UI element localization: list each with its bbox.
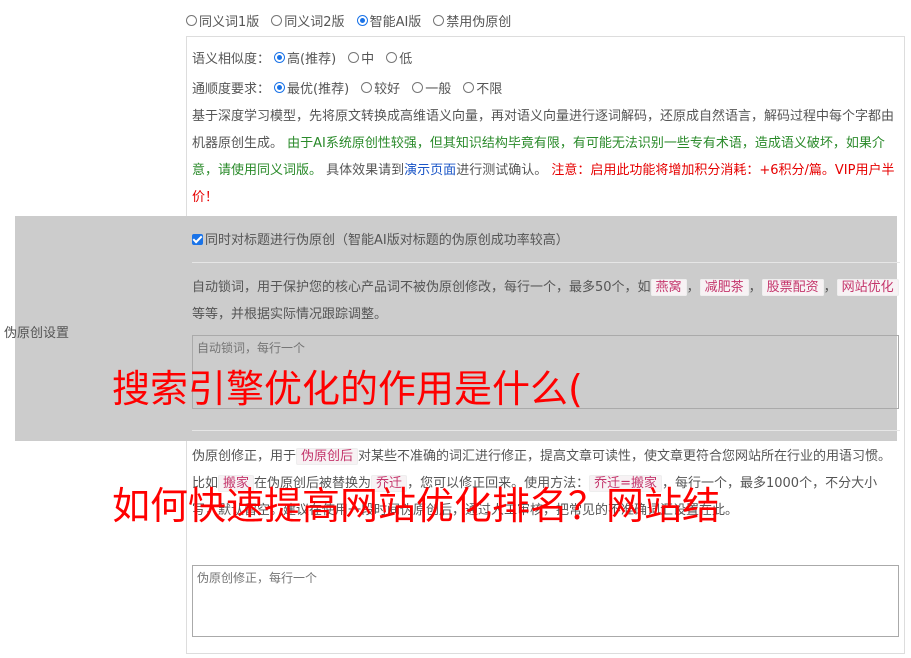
radio-icon [433,15,445,26]
correction-input[interactable] [192,565,899,637]
divider [192,430,900,431]
demo-page-link[interactable]: 演示页面 [404,163,456,178]
overlay-headline-line1: 搜索引擎优化的作用是什么( [112,367,583,411]
fluency-label: 通顺度要求： [192,82,271,97]
checkbox-checked-icon [192,234,203,245]
version-option-ai[interactable]: 智能AI版 [356,11,421,30]
radio-icon [271,15,283,26]
radio-icon [386,52,398,63]
version-option-disable[interactable]: 禁用伪原创 [433,11,511,30]
ai-description: 基于深度学习模型，先将原文转换成高维语义向量，再对语义向量进行逐词解码，还原成自… [192,109,895,205]
overlay-headline-line2: 如何快速提高网站优化排名？网站结 [112,484,721,528]
radio-icon [348,52,360,63]
section-label: 伪原创设置 [4,326,70,341]
fluency-any[interactable]: 不限 [463,78,502,97]
radio-icon [463,82,475,93]
title-rewrite-checkbox[interactable]: 同时对标题进行伪原创（智能AI版对标题的伪原创成功率较高） [192,229,569,248]
version-options: 同义词1版 同义词2版 智能AI版 禁用伪原创 [186,11,523,30]
fluency-row: 通顺度要求： 最优(推荐) 较好 一般 不限 [192,78,514,97]
example-tag: 伪原创后 [296,448,359,465]
fluency-normal[interactable]: 一般 [412,78,451,97]
fluency-best[interactable]: 最优(推荐) [274,78,349,97]
version-option-synonym1[interactable]: 同义词1版 [186,11,259,30]
similarity-medium[interactable]: 中 [348,48,374,67]
similarity-row: 语义相似度： 高(推荐) 中 低 [192,48,424,67]
similarity-low[interactable]: 低 [386,48,412,67]
radio-selected-icon [274,52,286,63]
example-tag: 燕窝 [650,279,687,296]
example-tag: 网站优化 [836,279,899,296]
fluency-good[interactable]: 较好 [361,78,400,97]
version-option-synonym2[interactable]: 同义词2版 [271,11,345,30]
radio-selected-icon [274,82,286,93]
similarity-label: 语义相似度： [192,52,271,67]
example-tag: 股票配资 [761,279,824,296]
radio-icon [412,82,424,93]
similarity-high[interactable]: 高(推荐) [274,48,336,67]
radio-icon [186,15,197,26]
lock-words-description: 自动锁词，用于保护您的核心产品词不被伪原创修改，每行一个，最多50个，如 燕窝，减… [192,274,902,328]
divider [192,262,900,263]
radio-icon [361,82,373,93]
example-tag: 减肥茶 [699,279,749,296]
radio-selected-icon [356,15,368,26]
